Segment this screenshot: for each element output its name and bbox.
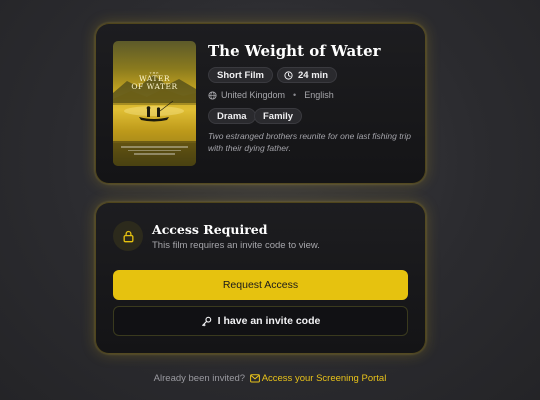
poster-title: THE WATER OF WATER (131, 71, 178, 91)
globe-icon (208, 90, 217, 100)
access-card: Access Required This film requires an in… (95, 202, 426, 354)
film-title: The Weight of Water (208, 42, 381, 60)
duration-text: 24 min (298, 70, 329, 81)
mail-icon (249, 374, 260, 383)
poster-credits (121, 146, 188, 160)
key-icon (201, 316, 211, 326)
film-synopsis: Two estranged brothers reunite for one l… (208, 131, 412, 153)
access-title: Access Required (152, 222, 268, 237)
request-access-button[interactable]: Request Access (113, 270, 408, 300)
clock-icon (284, 71, 293, 80)
genre-badge-family: Family (254, 108, 303, 124)
invite-code-button[interactable]: I have an invite code (113, 306, 408, 336)
film-country: United Kingdom (221, 90, 286, 100)
footer-prompt: Already been invited? (153, 373, 246, 384)
film-poster: THE WATER OF WATER (113, 41, 196, 166)
footer: Already been invited? Access your Screen… (0, 373, 540, 384)
lock-icon (123, 230, 133, 242)
film-meta: United Kingdom • English (208, 90, 334, 100)
film-language: English (304, 90, 334, 100)
duration-badge: 24 min (277, 67, 338, 83)
genre-badge-drama: Drama (208, 108, 256, 124)
film-type-badge: Short Film (208, 67, 273, 83)
meta-separator: • (293, 90, 297, 100)
invite-code-label: I have an invite code (217, 315, 321, 327)
access-subtitle: This film requires an invite code to vie… (152, 240, 320, 251)
screening-portal-link[interactable]: Access your Screening Portal (248, 373, 387, 384)
screening-portal-label: Access your Screening Portal (261, 373, 387, 384)
lock-badge (113, 221, 143, 251)
film-card: THE WATER OF WATER The Weight of Water S… (95, 23, 426, 184)
